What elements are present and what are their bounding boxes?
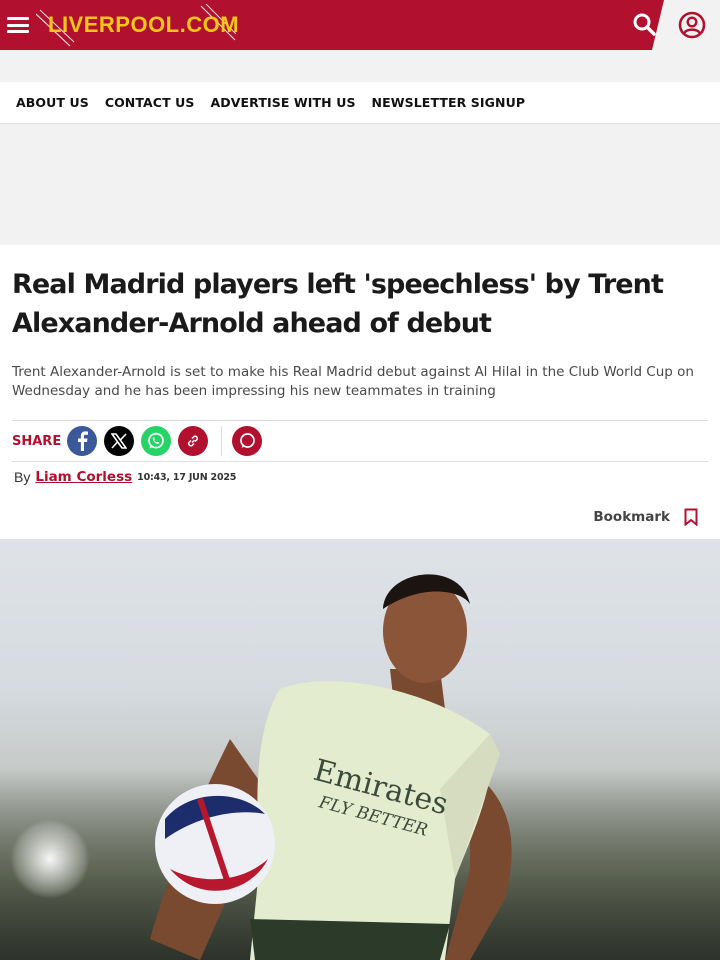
account-area bbox=[652, 0, 720, 50]
bookmark-label: Bookmark bbox=[593, 509, 670, 525]
bookmark-row: Bookmark bbox=[12, 488, 708, 546]
bookmark-icon bbox=[684, 508, 698, 526]
author-link[interactable]: Liam Corless bbox=[35, 469, 132, 485]
header-spacer bbox=[0, 50, 720, 82]
article-standfirst: Trent Alexander-Arnold is set to make hi… bbox=[12, 364, 694, 399]
facebook-icon[interactable] bbox=[67, 426, 98, 456]
link-icon[interactable] bbox=[178, 426, 209, 456]
hero-image: Emirates FLY BETTER bbox=[0, 539, 720, 960]
logo-text: LIVERPOOL.COM bbox=[48, 12, 240, 37]
photo-player-kicking-ball: Emirates FLY BETTER bbox=[150, 574, 512, 960]
secondary-nav: ABOUT US CONTACT US ADVERTISE WITH US NE… bbox=[0, 82, 720, 124]
share-label: SHARE bbox=[12, 433, 62, 449]
user-account-icon[interactable] bbox=[678, 11, 706, 39]
share-bar: SHARE bbox=[12, 420, 708, 462]
byline-prefix: By bbox=[14, 469, 31, 485]
site-logo[interactable]: LIVERPOOL.COM bbox=[36, 0, 240, 50]
nav-about-us[interactable]: ABOUT US bbox=[16, 95, 89, 110]
byline: By Liam Corless 10:43, 17 JUN 2025 bbox=[12, 466, 708, 488]
hamburger-menu-icon[interactable] bbox=[7, 17, 29, 33]
article: Real Madrid players left 'speechless' by… bbox=[0, 265, 720, 546]
nav-newsletter-signup[interactable]: NEWSLETTER SIGNUP bbox=[372, 95, 526, 110]
publish-timestamp: 10:43, 17 JUN 2025 bbox=[137, 471, 237, 483]
nav-contact-us[interactable]: CONTACT US bbox=[105, 95, 195, 110]
site-header: LIVERPOOL.COM bbox=[0, 0, 720, 50]
advert-slot bbox=[0, 124, 720, 245]
share-divider bbox=[221, 426, 223, 456]
whatsapp-icon[interactable] bbox=[141, 426, 172, 456]
x-icon[interactable] bbox=[104, 426, 135, 456]
bookmark-button[interactable]: Bookmark bbox=[593, 508, 698, 526]
comment-icon[interactable] bbox=[232, 426, 263, 456]
nav-advertise-with-us[interactable]: ADVERTISE WITH US bbox=[211, 95, 356, 110]
article-headline: Real Madrid players left 'speechless' by… bbox=[12, 269, 664, 339]
